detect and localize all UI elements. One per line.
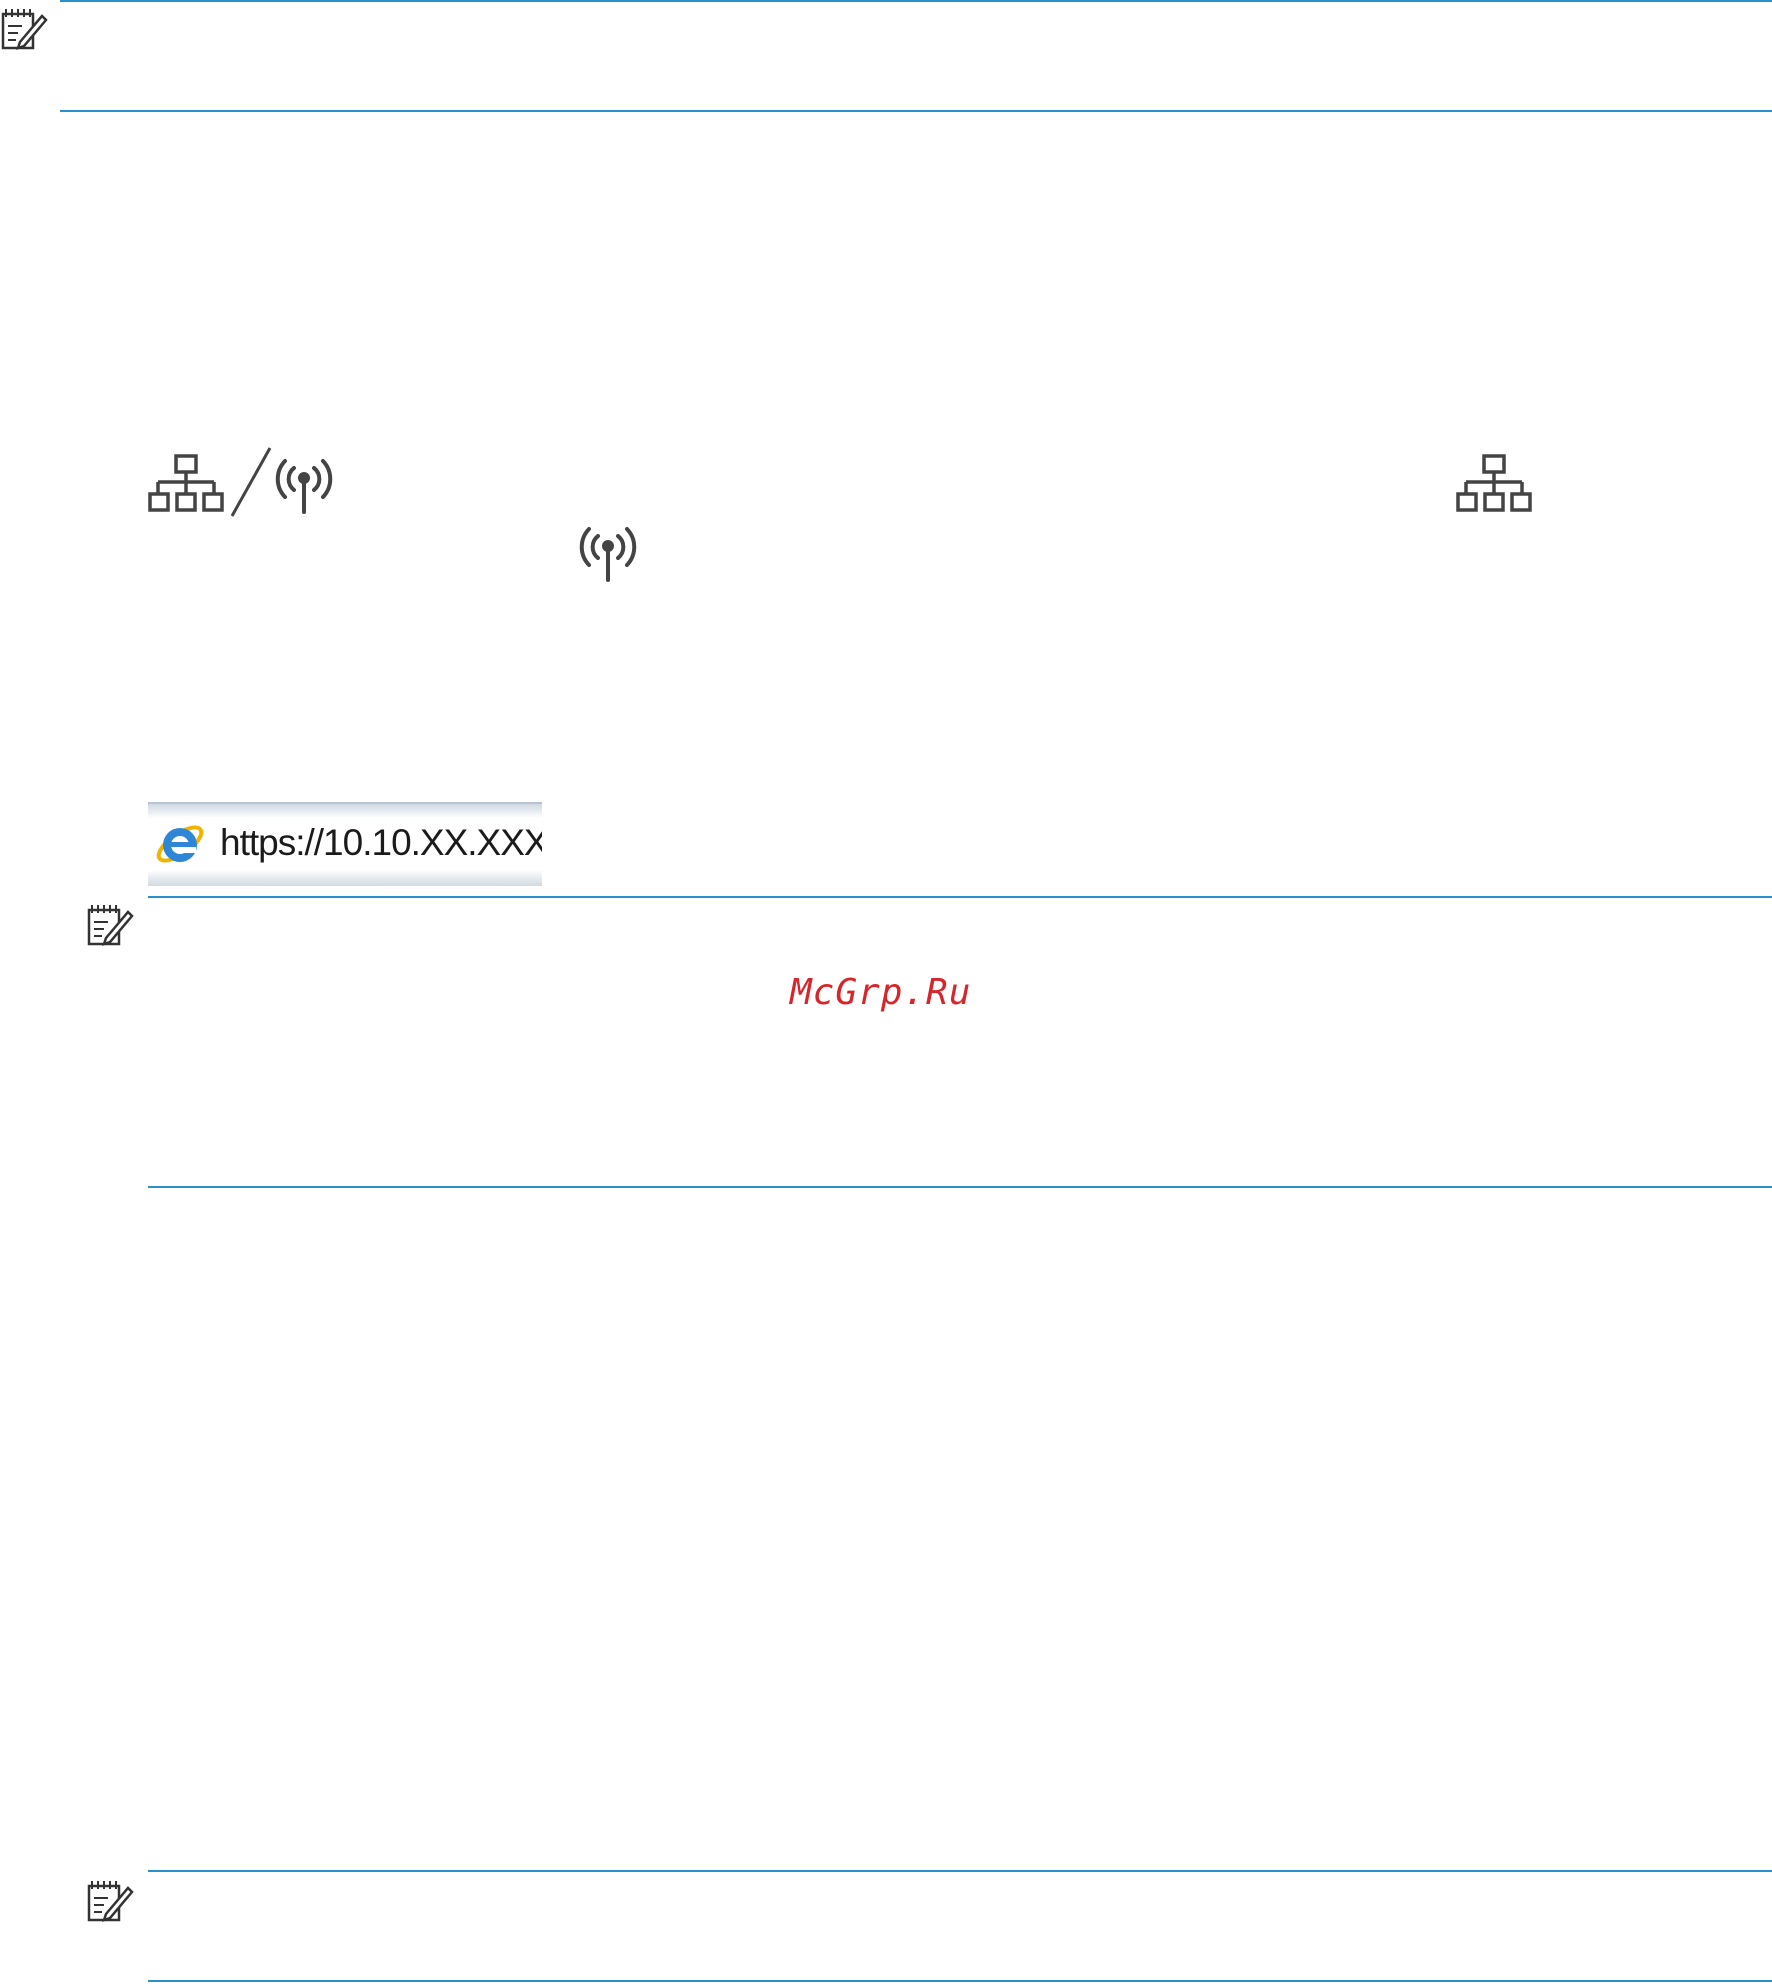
wired-network-icon [1456, 454, 1532, 514]
wired-network-icon [148, 454, 224, 514]
note-icon [86, 1878, 134, 1924]
address-url-text: https://10.10.XX.XXX/ [220, 822, 542, 863]
note-bottom-rule [148, 1186, 1772, 1188]
wireless-antenna-icon [272, 456, 336, 514]
slash-separator [226, 446, 274, 518]
note-icon [86, 902, 134, 948]
note-top-rule [148, 1870, 1772, 1872]
wireless-antenna-icon [576, 524, 640, 582]
note-top-rule [60, 0, 1772, 2]
browser-address-bar: https://10.10.XX.XXX/ [148, 802, 542, 886]
note-icon [0, 6, 48, 52]
note-top-rule [148, 896, 1772, 898]
internet-explorer-icon [154, 818, 206, 870]
note-bottom-rule [60, 110, 1772, 112]
watermark-text: McGrp.Ru [790, 972, 972, 1013]
note-bottom-rule [148, 1980, 1772, 1982]
